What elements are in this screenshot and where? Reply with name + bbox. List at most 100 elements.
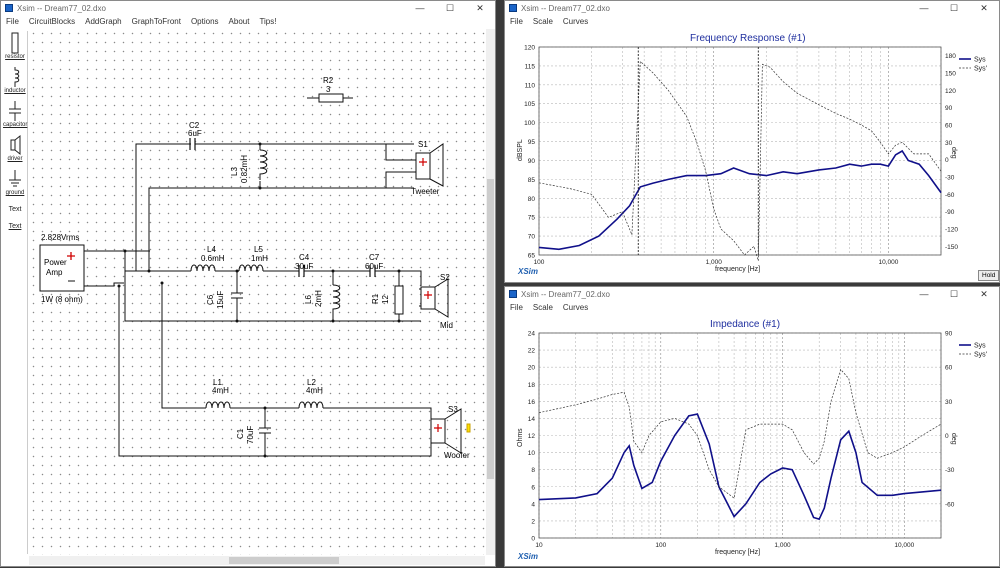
y-axis-label: dBSPL — [517, 139, 524, 161]
y-tick-label: 20 — [528, 365, 536, 372]
r1-value: 12 — [381, 295, 390, 304]
y-right-tick-label: -60 — [945, 192, 955, 199]
r2-name: R2 — [323, 76, 334, 85]
c1-value: 70uF — [246, 425, 255, 444]
c7-name: C7 — [369, 253, 380, 262]
tool-driver[interactable]: driver — [3, 134, 27, 167]
tool-inductor[interactable]: inductor — [3, 66, 27, 99]
x-axis-label: frequency [Hz] — [715, 266, 761, 273]
ground-icon — [9, 170, 21, 187]
tool-label-inductor: inductor — [4, 88, 26, 94]
xsim-main-window: Xsim -- Dream77_02.dxo — ☐ ✕ File Circui… — [0, 0, 496, 567]
y-right-axis-label: deg — [950, 147, 957, 159]
tool-label-ground: ground — [5, 190, 25, 196]
y-tick-label: 16 — [528, 399, 536, 406]
l6-value: 2mH — [314, 290, 323, 307]
s2-name: S2 — [440, 273, 450, 282]
x-tick-label: 100 — [534, 259, 545, 266]
y-right-tick-label: 90 — [945, 105, 953, 112]
y-right-tick-label: 150 — [945, 71, 956, 78]
l1-value: 4mH — [212, 386, 229, 395]
horizontal-scrollbar[interactable] — [29, 556, 485, 565]
frequency-response-chart[interactable]: SysSys'120115110105100959085807570651801… — [505, 1, 1000, 284]
x-tick-label: 1,000 — [774, 542, 791, 549]
inductor-icon — [14, 67, 20, 87]
y-right-tick-label: 30 — [945, 140, 953, 147]
xsim-logo: XSim — [518, 267, 539, 276]
c4-name: C4 — [299, 253, 310, 262]
c1-name: C1 — [236, 428, 245, 439]
legend-label: Sys' — [974, 352, 987, 359]
x-tick-label: 100 — [655, 542, 666, 549]
s3-type: Woofer — [444, 451, 470, 460]
s1-name: S1 — [418, 140, 428, 149]
app-icon — [5, 4, 13, 12]
y-right-tick-label: 60 — [945, 123, 953, 130]
x-axis-label: frequency [Hz] — [715, 549, 761, 556]
y-tick-label: 14 — [528, 416, 536, 423]
tool-text[interactable]: Text — [3, 201, 27, 218]
s1-type: Tweeter — [411, 187, 440, 196]
tool-resistor[interactable]: resistor — [3, 32, 27, 65]
r2-value: 3 — [326, 85, 331, 94]
l5-value: 1mH — [251, 254, 268, 263]
l3-value: 0.82mH — [240, 154, 249, 183]
grid — [538, 332, 942, 539]
y-tick-label: 18 — [528, 382, 536, 389]
y-tick-label: 110 — [525, 82, 536, 89]
y-tick-label: 90 — [528, 158, 536, 165]
menu-addgraph[interactable]: AddGraph — [80, 17, 126, 26]
y-axis-label: Ohms — [517, 428, 524, 447]
xsim-logo: XSim — [518, 552, 539, 561]
legend-label: Sys — [974, 57, 986, 64]
close-button[interactable]: ✕ — [465, 1, 495, 15]
y-tick-label: 70 — [528, 234, 536, 241]
c4-value: 30uF — [295, 262, 314, 271]
impedance-chart[interactable]: SysSys'2422201816141210864209060300-30-6… — [505, 287, 1000, 568]
title-bar[interactable]: Xsim -- Dream77_02.dxo — ☐ ✕ — [1, 1, 495, 15]
y-tick-label: 2 — [531, 518, 535, 525]
minimize-button[interactable]: — — [405, 1, 435, 15]
y-tick-label: 4 — [531, 501, 535, 508]
l2-value: 4mH — [306, 386, 323, 395]
vertical-scrollbar[interactable] — [486, 29, 495, 555]
y-right-tick-label: -90 — [945, 209, 955, 216]
resistor-icon — [11, 32, 19, 54]
menu-tips[interactable]: Tips! — [254, 17, 281, 26]
y-right-tick-label: -150 — [945, 244, 958, 251]
y-right-tick-label: 0 — [945, 433, 949, 440]
tool-capacitor[interactable]: capacitor — [3, 100, 27, 133]
tool-text-underlined[interactable]: Text — [3, 218, 27, 235]
c2-value: 6uF — [188, 129, 202, 138]
schematic-canvas[interactable] — [29, 29, 485, 555]
y-tick-label: 24 — [528, 331, 536, 338]
menu-file[interactable]: File — [1, 17, 24, 26]
source-voltage: 2.828Vrms — [41, 233, 80, 242]
tool-label-capacitor: capacitor — [3, 122, 28, 128]
c7-value: 60uF — [365, 262, 384, 271]
y-tick-label: 100 — [524, 120, 535, 127]
vertical-scroll-thumb[interactable] — [487, 179, 494, 479]
x-tick-label: 10,000 — [878, 259, 898, 266]
maximize-button[interactable]: ☐ — [435, 1, 465, 15]
y-right-tick-label: -30 — [945, 467, 955, 474]
y-right-axis-label: deg — [950, 433, 957, 445]
tool-label-driver: driver — [7, 156, 23, 162]
tool-ground[interactable]: ground — [3, 168, 27, 201]
capacitor-icon — [9, 101, 21, 121]
c6-name: C6 — [206, 294, 215, 305]
menu-options[interactable]: Options — [186, 17, 224, 26]
c6-value: 15uF — [216, 290, 225, 309]
y-tick-label: 85 — [528, 177, 536, 184]
menu-graphtofront[interactable]: GraphToFront — [127, 17, 186, 26]
y-tick-label: 120 — [524, 45, 535, 52]
grid — [538, 46, 942, 256]
series-line-sys — [538, 413, 942, 521]
hold-button[interactable]: Hold — [978, 270, 1000, 281]
y-right-tick-label: 0 — [945, 157, 949, 164]
menu-circuitblocks[interactable]: CircuitBlocks — [24, 17, 80, 26]
horizontal-scroll-thumb[interactable] — [229, 557, 339, 564]
impedance-window: Xsim -- Dream77_02.dxo — ☐ ✕ File Scale … — [504, 286, 1000, 567]
menu-about[interactable]: About — [224, 17, 255, 26]
l5-name: L5 — [254, 245, 263, 254]
